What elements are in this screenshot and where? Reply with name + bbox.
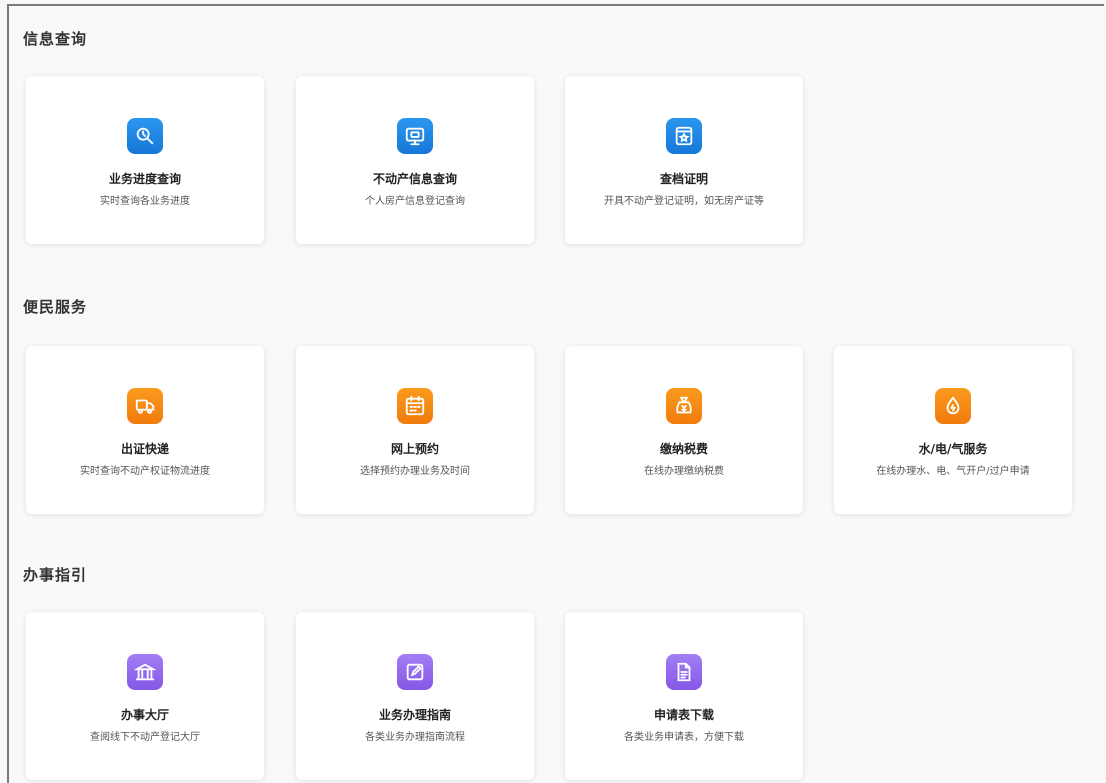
card-title: 业务进度查询: [108, 172, 181, 186]
card-certificate-express[interactable]: 出证快递 实时查询不动产权证物流进度: [26, 346, 264, 514]
water-drop-icon: [935, 388, 971, 424]
card-pay-taxes[interactable]: 缴纳税费 在线办理缴纳税费: [565, 346, 803, 514]
card-application-download[interactable]: 申请表下载 各类业务申请表，方便下载: [565, 612, 803, 780]
card-desc: 在线办理水、电、气开户/过户申请: [876, 466, 1030, 477]
card-desc: 选择预约办理业务及时间: [360, 466, 470, 477]
card-business-progress-query[interactable]: 业务进度查询 实时查询各业务进度: [26, 76, 264, 244]
bank-icon: [127, 654, 163, 690]
card-title: 业务办理指南: [378, 708, 451, 722]
document-icon: [666, 654, 702, 690]
card-title: 不动产信息查询: [372, 172, 457, 186]
card-desc: 在线办理缴纳税费: [644, 466, 724, 477]
card-desc: 开具不动产登记证明，如无房产证等: [604, 196, 764, 207]
calendar-icon: [397, 388, 433, 424]
card-online-appointment[interactable]: 网上预约 选择预约办理业务及时间: [296, 346, 534, 514]
card-archive-certificate[interactable]: 查档证明 开具不动产登记证明，如无房产证等: [565, 76, 803, 244]
card-title: 网上预约: [390, 442, 439, 456]
truck-icon: [127, 388, 163, 424]
section-title-service-guide: 办事指引: [23, 566, 88, 584]
edit-icon: [397, 654, 433, 690]
search-progress-icon: [127, 118, 163, 154]
card-desc: 实时查询不动产权证物流进度: [80, 466, 210, 477]
card-desc: 查阅线下不动产登记大厅: [90, 732, 200, 743]
section-title-convenience-services: 便民服务: [23, 298, 88, 316]
card-property-info-query[interactable]: 不动产信息查询 个人房产信息登记查询: [296, 76, 534, 244]
certificate-icon: [666, 118, 702, 154]
card-desc: 实时查询各业务进度: [100, 196, 190, 207]
card-title: 出证快递: [120, 442, 169, 456]
card-service-hall[interactable]: 办事大厅 查阅线下不动产登记大厅: [26, 612, 264, 780]
card-title: 缴纳税费: [659, 442, 708, 456]
card-business-guide[interactable]: 业务办理指南 各类业务办理指南流程: [296, 612, 534, 780]
card-water-electric-gas[interactable]: 水/电/气服务 在线办理水、电、气开户/过户申请: [834, 346, 1072, 514]
card-title: 水/电/气服务: [918, 442, 988, 456]
money-bag-icon: [666, 388, 702, 424]
card-title: 查档证明: [659, 172, 708, 186]
section-title-info-query: 信息查询: [23, 30, 88, 48]
page-frame: 信息查询 业务进度查询 实时查询各业务进度 不动产信息查询 个人房产信息登记查询…: [7, 4, 1104, 783]
card-desc: 个人房产信息登记查询: [365, 196, 465, 207]
card-title: 办事大厅: [120, 708, 169, 722]
card-title: 申请表下载: [653, 708, 714, 722]
card-desc: 各类业务申请表，方便下载: [624, 732, 744, 743]
card-desc: 各类业务办理指南流程: [365, 732, 465, 743]
monitor-icon: [397, 118, 433, 154]
